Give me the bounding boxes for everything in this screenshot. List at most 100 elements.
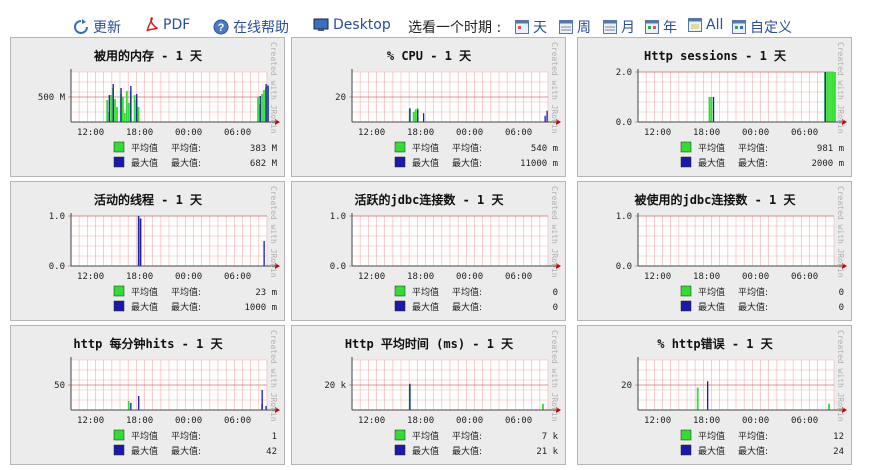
legend-value-avg: 0 (839, 288, 844, 298)
calendar-icon (603, 20, 617, 34)
avg-bar (830, 72, 832, 122)
x-tick-label: 18:00 (126, 128, 153, 138)
help-button[interactable]: ? 在线帮助 (213, 17, 289, 37)
period-custom-button[interactable]: 自定义 (732, 17, 792, 37)
chart-panel[interactable]: 被使用的jdbc连接数 - 1 天 1.0 0.0 12:00 18:00 00:00 06… (577, 181, 852, 321)
help-label: 在线帮助 (233, 20, 289, 36)
x-tick-label: 00:00 (456, 128, 483, 138)
y-tick-label: 20 k (324, 381, 346, 391)
max-bar (544, 115, 546, 122)
max-bar (267, 86, 269, 122)
watermark: Created with JRobin (550, 330, 559, 422)
pdf-icon (146, 17, 158, 32)
max-bar (108, 95, 110, 122)
period-label: 选看一个时期 : (408, 20, 502, 36)
avg-bar (125, 91, 128, 122)
x-tick-label: 00:00 (742, 272, 769, 282)
avg-bar (127, 401, 130, 410)
max-bar (120, 88, 122, 122)
x-tick-label: 06:00 (791, 272, 818, 282)
y-tick-label: 0.0 (616, 118, 632, 128)
chart-panel[interactable]: http 每分钟hits - 1 天 50 12:00 18:00 00:00 06:00… (10, 325, 285, 465)
chart-panel[interactable]: Http 平均时间 (ms) - 1 天 20 k 12:00 18:00 00:00 0… (291, 325, 566, 465)
chart-title: Http sessions - 1 天 (644, 49, 787, 63)
x-tick-label: 00:00 (175, 128, 202, 138)
legend-prefix-max: 最大值: (171, 445, 201, 457)
legend-prefix-avg: 平均值: (452, 286, 482, 298)
legend-label-avg: 平均值 (698, 142, 725, 154)
legend-prefix-max: 最大值: (452, 157, 482, 169)
chart-panel[interactable]: % CPU - 1 天 20 12:00 18:00 00:00 06:00 Created… (291, 37, 566, 177)
legend-prefix-avg: 平均值: (452, 430, 482, 442)
legend-swatch-max (680, 156, 692, 168)
max-bar (546, 110, 548, 122)
desktop-icon (313, 18, 329, 31)
avg-bar (106, 100, 109, 122)
legend-prefix-max: 最大值: (171, 301, 201, 313)
watermark: Created with JRobin (269, 330, 278, 422)
chart-panel[interactable]: % http错误 - 1 天 20 12:00 18:00 00:00 06:00 Crea… (577, 325, 852, 465)
chart-panel[interactable]: 活动的线程 - 1 天 1.0 0.0 12:00 18:00 00:00 06:00 Cre… (10, 181, 285, 321)
period-week-button[interactable]: 周 (559, 17, 591, 37)
period-year-button[interactable]: 年 (645, 17, 677, 37)
legend-value-avg: 1 (272, 432, 277, 442)
x-tick-label: 00:00 (456, 272, 483, 282)
chart-svg: Http 平均时间 (ms) - 1 天 20 k 12:00 18:00 00:00 0… (324, 330, 561, 457)
y-tick-label: 20 (335, 93, 346, 103)
x-tick-label: 06:00 (224, 416, 251, 426)
legend-prefix-avg: 平均值: (171, 142, 201, 154)
help-icon: ? (213, 19, 229, 35)
pdf-button[interactable]: PDF (145, 17, 190, 33)
watermark: Created with JRobin (836, 330, 845, 422)
x-tick-label: 18:00 (126, 416, 153, 426)
x-tick-label: 00:00 (175, 272, 202, 282)
avg-bar (123, 113, 126, 122)
period-week-label: 周 (577, 20, 591, 36)
refresh-icon (74, 19, 88, 34)
x-tick-label: 12:00 (358, 272, 385, 282)
max-bar (263, 241, 265, 266)
chart-svg: % http错误 - 1 天 20 12:00 18:00 00:00 06:00 Crea… (621, 330, 847, 457)
legend-swatch-avg (113, 285, 125, 297)
calendar-icon (645, 20, 659, 34)
desktop-button[interactable]: Desktop (313, 17, 391, 33)
legend-label-max: 最大值 (412, 445, 439, 457)
calendar-icon (732, 20, 746, 34)
legend-value-max: 21 k (536, 447, 558, 457)
legend-swatch-max (113, 444, 125, 456)
x-tick-label: 18:00 (126, 272, 153, 282)
max-bar (707, 381, 709, 410)
legend-swatch-avg (113, 141, 125, 153)
period-day-button[interactable]: 天 (515, 17, 547, 37)
y-tick-label: 2.0 (616, 68, 632, 78)
legend-prefix-max: 最大值: (738, 301, 768, 313)
legend-prefix-avg: 平均值: (171, 430, 201, 442)
avg-bar (834, 72, 836, 122)
legend-label-max: 最大值 (131, 445, 158, 457)
chart-panel[interactable]: 被用的内存 - 1 天 500 M 12:00 18:00 00:00 06:00 Crea… (10, 37, 285, 177)
legend-value-max: 682 M (250, 159, 278, 169)
x-tick-label: 18:00 (693, 416, 720, 426)
avg-bar (137, 107, 140, 122)
legend-label-max: 最大值 (698, 301, 725, 313)
legend-prefix-avg: 平均值: (171, 286, 201, 298)
calendar-icon (515, 20, 529, 34)
calendar-icon (559, 20, 573, 34)
refresh-button[interactable]: 更新 (73, 17, 121, 37)
y-tick-label: 50 (54, 381, 65, 391)
avg-bar (257, 97, 259, 122)
chart-panel[interactable]: Http sessions - 1 天 2.0 0.0 12:00 18:00 00:00… (577, 37, 852, 177)
max-bar (136, 94, 138, 122)
period-month-button[interactable]: 月 (603, 17, 635, 37)
legend-swatch-avg (394, 429, 406, 441)
y-tick-label: 20 (621, 381, 632, 391)
x-tick-label: 18:00 (407, 416, 434, 426)
legend-swatch-avg (680, 429, 692, 441)
chart-svg: 活跃的jdbc连接数 - 1 天 1.0 0.0 12:00 18:00 00:00 06:… (330, 186, 561, 313)
x-tick-label: 12:00 (358, 416, 385, 426)
period-all-button[interactable]: All (688, 17, 723, 33)
legend-value-max: 24 (833, 447, 844, 457)
max-bar (138, 396, 140, 410)
chart-panel[interactable]: 活跃的jdbc连接数 - 1 天 1.0 0.0 12:00 18:00 00:00 06:… (291, 181, 566, 321)
max-bar (409, 108, 411, 122)
